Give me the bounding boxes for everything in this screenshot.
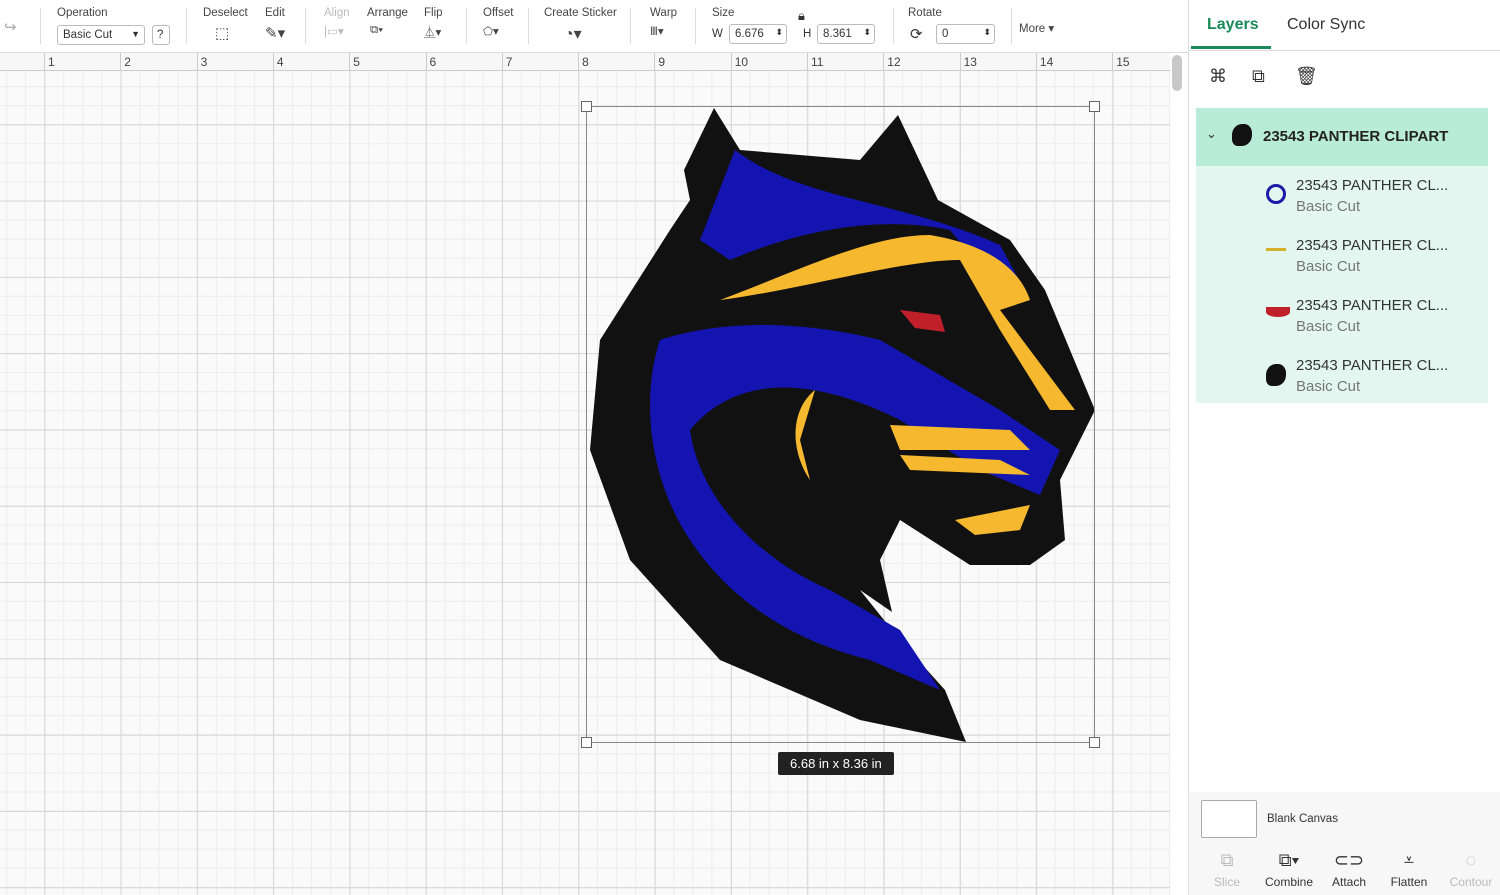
attach-button[interactable]: ⊂⊃ Attach — [1319, 850, 1379, 889]
layer-thumbnail — [1266, 248, 1286, 258]
combine-icon: ⧉▾ — [1278, 850, 1300, 870]
layer-item[interactable]: 23543 PANTHER CL... Basic Cut — [1196, 286, 1488, 346]
layer-thumbnail — [1266, 307, 1290, 317]
layer-list: 23543 PANTHER CL... Basic Cut 23543 PANTH… — [1196, 166, 1488, 403]
resize-handle[interactable] — [1089, 101, 1100, 112]
canvas-scrollbar[interactable] — [1172, 55, 1182, 91]
layer-item[interactable]: 23543 PANTHER CL... Basic Cut — [1196, 226, 1488, 286]
combine-button[interactable]: ⧉▾ Combine — [1259, 850, 1319, 889]
flatten-button[interactable]: ⩡ Flatten — [1379, 850, 1439, 889]
group-icon[interactable]: ⌘ — [1209, 66, 1227, 87]
tab-layers[interactable]: Layers — [1207, 16, 1259, 34]
trash-icon[interactable]: 🗑︎ — [1295, 66, 1318, 87]
slice-icon: ⧉ — [1220, 850, 1234, 870]
resize-handle[interactable] — [1089, 737, 1100, 748]
contour-icon: ◌ — [1465, 850, 1477, 870]
panther-thumbnail — [1232, 124, 1252, 146]
tab-color-sync[interactable]: Color Sync — [1287, 16, 1365, 34]
layers-panel: Layers Color Sync ⌘ ⧉ 🗑︎ ⌄ 23543 PANTHER… — [1188, 0, 1500, 895]
layer-thumbnail — [1266, 364, 1286, 386]
resize-handle[interactable] — [581, 101, 592, 112]
blank-canvas-label: Blank Canvas — [1267, 813, 1338, 825]
layer-group[interactable]: ⌄ 23543 PANTHER CLIPART — [1196, 108, 1488, 166]
contour-button[interactable]: ◌ Contour — [1441, 850, 1500, 889]
selection-box[interactable] — [581, 101, 1100, 748]
flatten-icon: ⩡ — [1403, 850, 1415, 870]
layer-thumbnail — [1266, 184, 1286, 204]
blank-canvas-swatch[interactable] — [1201, 800, 1257, 838]
layer-item[interactable]: 23543 PANTHER CL... Basic Cut — [1196, 166, 1488, 226]
chevron-down-icon[interactable]: ⌄ — [1206, 126, 1217, 142]
dimension-tooltip: 6.68 in x 8.36 in — [778, 752, 894, 775]
attach-icon: ⊂⊃ — [1333, 850, 1365, 870]
slice-button[interactable]: ⧉ Slice — [1197, 850, 1257, 889]
layer-item[interactable]: 23543 PANTHER CL... Basic Cut — [1196, 346, 1488, 406]
resize-handle[interactable] — [581, 737, 592, 748]
duplicate-icon[interactable]: ⧉ — [1252, 66, 1265, 87]
